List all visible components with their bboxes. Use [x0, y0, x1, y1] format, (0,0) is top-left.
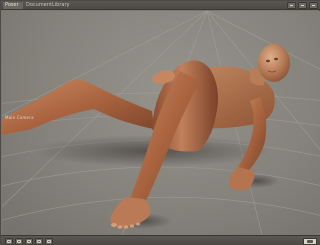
- tool-camera-icon[interactable]: [35, 238, 43, 245]
- window-controls: [287, 2, 318, 9]
- tool-light-icon[interactable]: [45, 238, 53, 245]
- render-icon[interactable]: [303, 238, 317, 245]
- camera-label: Main Camera: [5, 115, 34, 120]
- bottom-toolbar: [1, 235, 320, 245]
- maximize-icon[interactable]: [298, 2, 307, 9]
- tab-library[interactable]: Library: [50, 2, 72, 9]
- 3d-viewport[interactable]: Main Camera: [2, 11, 320, 235]
- tool-zoom-icon[interactable]: [25, 238, 33, 245]
- leg-extended: [2, 79, 154, 135]
- top-bar: Poser Document Library: [1, 1, 320, 10]
- tab-document[interactable]: Document: [24, 2, 52, 9]
- head: [258, 44, 290, 82]
- tab-poser[interactable]: Poser: [3, 2, 23, 9]
- tool-rotate-icon[interactable]: [5, 238, 13, 245]
- tool-move-icon[interactable]: [15, 238, 23, 245]
- minimize-icon[interactable]: [287, 2, 296, 9]
- scene-canvas: [2, 11, 320, 235]
- app-window: Poser Document Library Main Camera: [0, 0, 320, 245]
- close-icon[interactable]: [309, 2, 318, 9]
